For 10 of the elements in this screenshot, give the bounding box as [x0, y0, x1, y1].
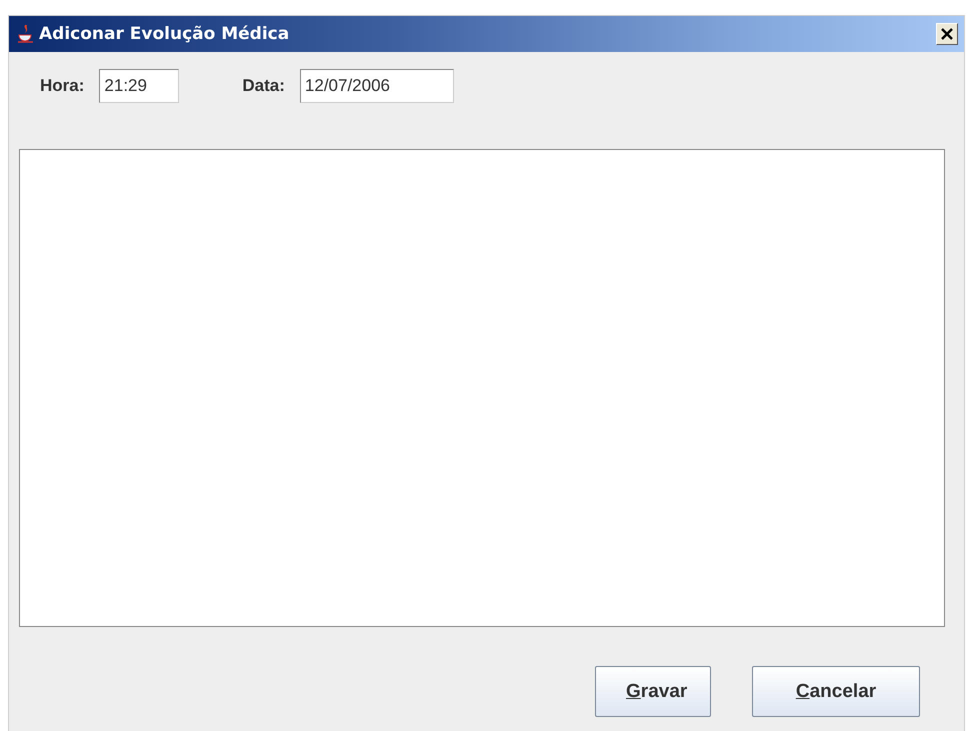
close-button[interactable]	[936, 23, 958, 45]
coffee-cup-icon	[17, 24, 35, 44]
dialog-button[interactable]: Cancelar	[752, 666, 920, 717]
input-field[interactable]: 12/07/2006	[300, 69, 454, 103]
dialog-button[interactable]: Gravar	[595, 666, 711, 717]
field-label: Data:	[242, 76, 285, 96]
input-field[interactable]: 21:29	[99, 69, 180, 103]
close-icon	[941, 28, 953, 40]
window-title: Adiconar Evolução Médica	[39, 24, 290, 44]
field-label: Hora:	[40, 76, 84, 96]
